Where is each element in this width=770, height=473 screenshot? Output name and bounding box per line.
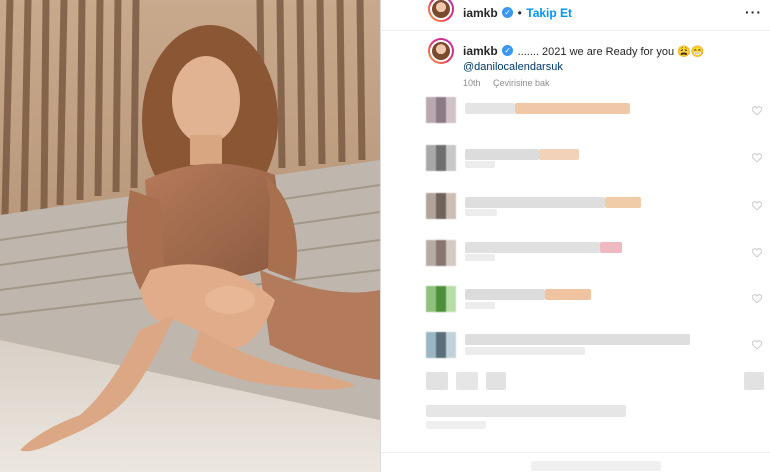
blurred-avatar[interactable]	[426, 332, 456, 358]
blurred-avatar[interactable]	[426, 286, 456, 312]
list-item	[381, 405, 770, 431]
blurred-text	[426, 421, 486, 429]
header-user-line: iamkb ✓ • Takip Et	[463, 4, 572, 22]
blurred-action	[426, 372, 448, 390]
caption-avatar[interactable]	[428, 38, 454, 64]
header-separator: •	[517, 6, 522, 20]
list-item	[381, 97, 770, 123]
heart-icon[interactable]	[752, 340, 762, 349]
more-options-icon[interactable]: ···	[745, 4, 762, 20]
blurred-text	[465, 289, 545, 300]
blurred-text	[545, 289, 591, 300]
blurred-text	[465, 334, 690, 345]
verified-badge-icon: ✓	[502, 7, 514, 19]
blurred-avatar[interactable]	[426, 240, 456, 266]
blurred-text	[465, 254, 495, 261]
list-item	[381, 370, 770, 396]
list-item	[381, 286, 770, 312]
post-photo[interactable]	[0, 0, 380, 472]
blurred-avatar[interactable]	[426, 193, 456, 219]
post-header: iamkb ✓ • Takip Et ···	[381, 0, 770, 31]
blurred-text	[515, 103, 630, 114]
blurred-action	[486, 372, 506, 390]
blurred-text	[426, 405, 626, 417]
list-item	[381, 240, 770, 266]
heart-icon[interactable]	[752, 294, 762, 303]
blurred-text	[465, 347, 585, 355]
blurred-text	[465, 209, 497, 216]
blurred-avatar[interactable]	[426, 97, 456, 123]
list-item	[381, 145, 770, 171]
follow-button[interactable]: Takip Et	[526, 6, 572, 20]
heart-icon[interactable]	[752, 106, 762, 115]
blurred-text	[539, 149, 579, 160]
blurred-text	[605, 197, 641, 208]
blurred-text	[465, 161, 495, 168]
caption-meta: 10th Çevirisine bak	[463, 73, 550, 91]
blurred-text	[465, 149, 539, 160]
blurred-text	[465, 242, 600, 253]
post-photo-illustration	[0, 0, 380, 472]
heart-icon[interactable]	[752, 248, 762, 257]
caption-username[interactable]: iamkb	[463, 44, 498, 58]
post-side-panel: iamkb ✓ • Takip Et ··· iamkb ✓ ....... 2…	[381, 0, 770, 472]
blurred-action	[456, 372, 478, 390]
heart-icon[interactable]	[752, 153, 762, 162]
blurred-text	[600, 242, 622, 253]
caption-mention[interactable]: @danilocalendarsuk	[463, 61, 563, 73]
caption-time: 10th	[463, 78, 481, 88]
blurred-text	[531, 461, 661, 471]
blurred-text	[465, 103, 515, 114]
blurred-text	[465, 197, 605, 208]
blurred-text	[465, 302, 495, 309]
list-item	[381, 193, 770, 219]
blurred-avatar[interactable]	[426, 145, 456, 171]
blurred-action	[744, 372, 764, 390]
header-username[interactable]: iamkb	[463, 6, 498, 20]
avatar[interactable]	[428, 0, 454, 22]
comment-input-area[interactable]	[381, 452, 770, 473]
heart-icon[interactable]	[752, 201, 762, 210]
list-item	[381, 332, 770, 358]
verified-badge-icon: ✓	[502, 45, 514, 57]
translate-link[interactable]: Çevirisine bak	[493, 78, 550, 88]
